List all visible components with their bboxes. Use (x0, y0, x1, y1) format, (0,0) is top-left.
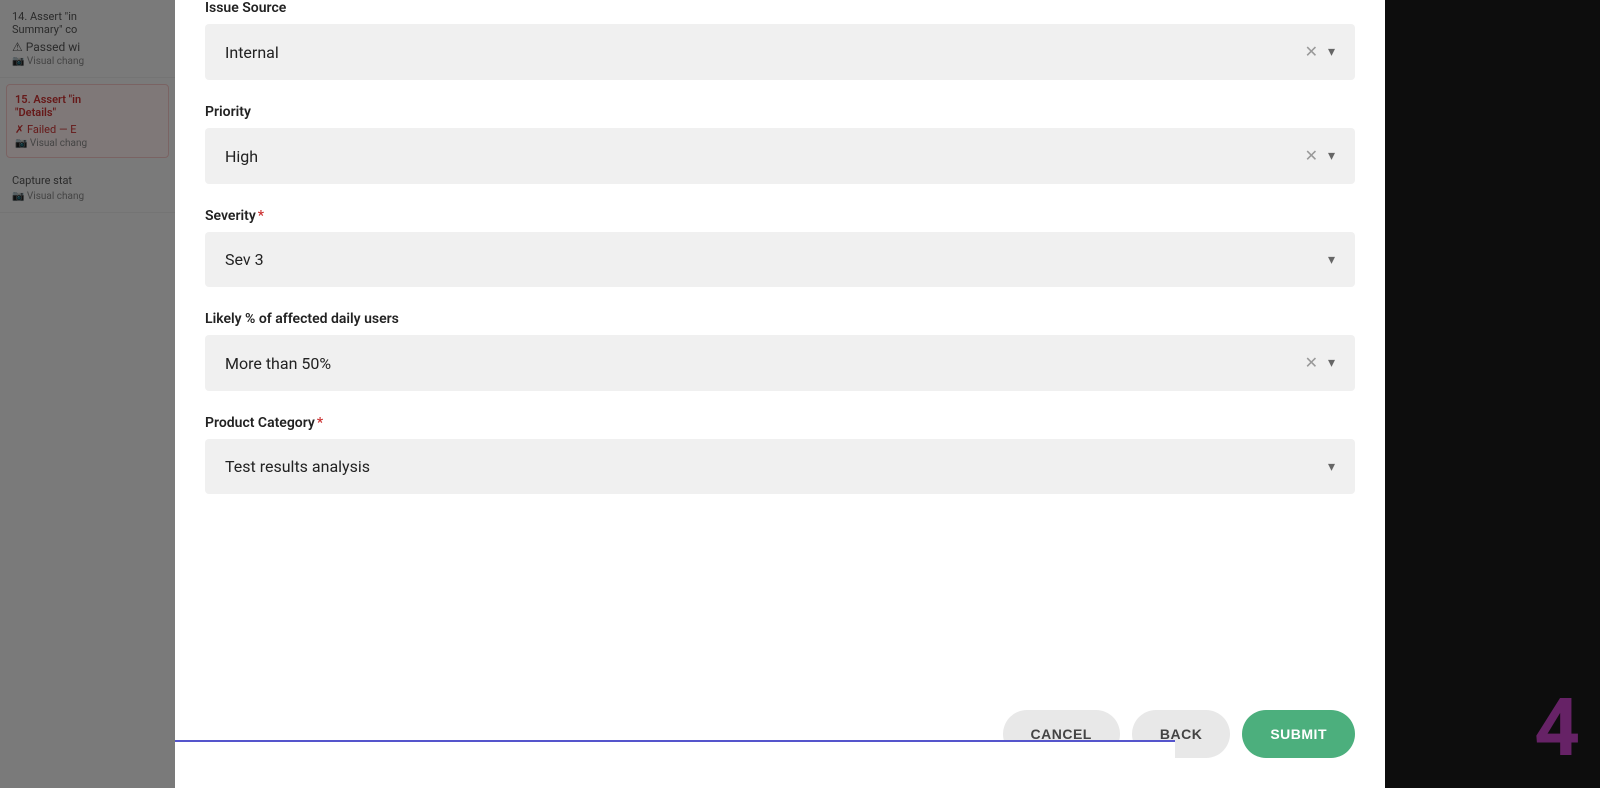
affected-users-value: More than 50% (225, 354, 331, 373)
priority-controls: ✕ ▾ (1305, 146, 1335, 166)
issue-source-value: Internal (225, 43, 279, 62)
severity-chevron: ▾ (1328, 252, 1335, 268)
modal-body: Issue Source Internal ✕ ▾ Priority High … (175, 0, 1385, 694)
issue-source-field: Issue Source Internal ✕ ▾ (205, 0, 1355, 80)
modal-dialog: Issue Source Internal ✕ ▾ Priority High … (175, 0, 1385, 788)
issue-source-controls: ✕ ▾ (1305, 42, 1335, 62)
priority-field: Priority High ✕ ▾ (205, 104, 1355, 184)
severity-select[interactable]: Sev 3 ▾ (205, 232, 1355, 287)
bottom-bar (175, 740, 1175, 788)
issue-source-chevron: ▾ (1328, 44, 1335, 60)
issue-source-clear[interactable]: ✕ (1305, 42, 1318, 62)
priority-chevron: ▾ (1328, 148, 1335, 164)
affected-users-select[interactable]: More than 50% ✕ ▾ (205, 335, 1355, 391)
product-category-value: Test results analysis (225, 457, 370, 476)
affected-users-chevron: ▾ (1328, 355, 1335, 371)
issue-source-label: Issue Source (205, 0, 1355, 16)
product-category-field: Product Category* Test results analysis … (205, 415, 1355, 494)
product-category-required: * (317, 415, 323, 431)
priority-value: High (225, 147, 258, 166)
priority-select[interactable]: High ✕ ▾ (205, 128, 1355, 184)
affected-users-field: Likely % of affected daily users More th… (205, 311, 1355, 391)
severity-required: * (258, 208, 264, 224)
severity-field: Severity* Sev 3 ▾ (205, 208, 1355, 287)
affected-users-clear[interactable]: ✕ (1305, 353, 1318, 373)
submit-button[interactable]: SUBMIT (1242, 710, 1355, 758)
severity-label: Severity* (205, 208, 1355, 224)
product-category-select[interactable]: Test results analysis ▾ (205, 439, 1355, 494)
product-category-label: Product Category* (205, 415, 1355, 431)
severity-controls: ▾ (1328, 252, 1335, 268)
priority-label: Priority (205, 104, 1355, 120)
product-category-chevron: ▾ (1328, 459, 1335, 475)
severity-value: Sev 3 (225, 250, 264, 269)
issue-source-select[interactable]: Internal ✕ ▾ (205, 24, 1355, 80)
product-category-controls: ▾ (1328, 459, 1335, 475)
affected-users-controls: ✕ ▾ (1305, 353, 1335, 373)
priority-clear[interactable]: ✕ (1305, 146, 1318, 166)
affected-users-label: Likely % of affected daily users (205, 311, 1355, 327)
